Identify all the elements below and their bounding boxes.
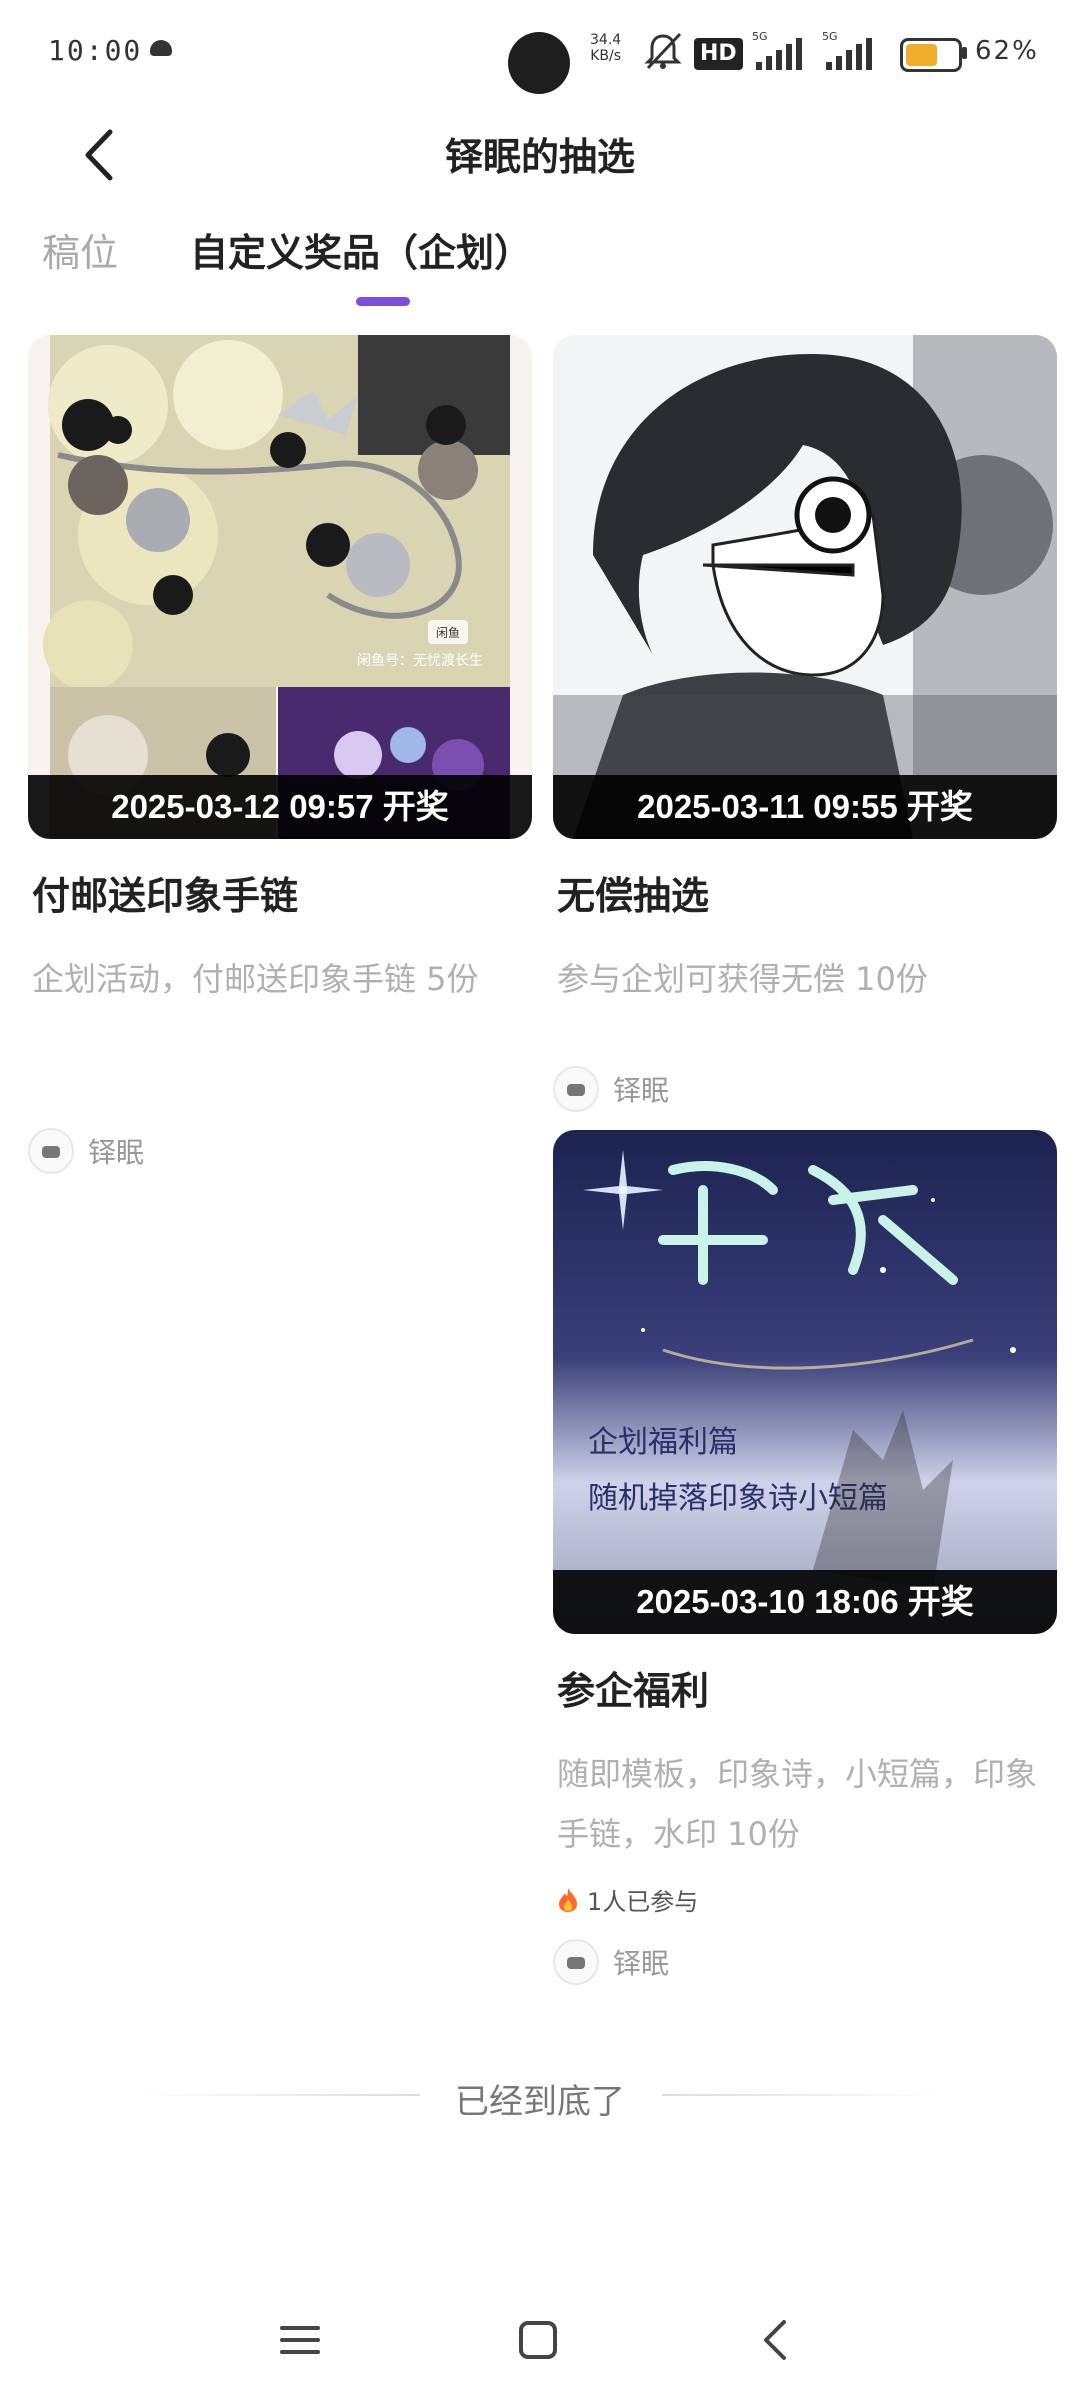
card-author[interactable]: 铎眠 — [553, 1938, 669, 1986]
battery-icon — [900, 38, 962, 72]
sketch-portrait — [553, 335, 1057, 839]
draw-date: 2025-03-11 09:55 开奖 — [553, 775, 1057, 839]
tab-slots[interactable]: 稿位 — [42, 222, 118, 277]
hd-badge: HD — [694, 38, 743, 70]
tab-custom-prizes[interactable]: 自定义奖品（企划） — [190, 222, 532, 277]
bracelet-photo: 闲鱼 闲鱼号：无忧渡长生 — [28, 335, 532, 839]
status-bar: 10:00 34.4 KB/s HD 5G 5G 62% — [0, 0, 1080, 110]
active-tab-indicator — [356, 297, 410, 306]
raffle-card[interactable]: 2025-03-11 09:55 开奖 无偿抽选 参与企划可获得无偿 10份 铎… — [553, 335, 1057, 1115]
signal-icon: 5G — [752, 30, 802, 70]
mute-bell-icon — [644, 32, 682, 70]
divider — [662, 2094, 952, 2096]
recent-apps-button[interactable] — [270, 2310, 330, 2370]
starry-title-image: 企划福利篇 随机掉落印象诗小短篇 — [553, 1130, 1057, 1634]
back-triangle-icon — [764, 2320, 786, 2360]
avatar — [553, 1066, 599, 1112]
card-image: 企划福利篇 随机掉落印象诗小短篇 2025-03-10 18:06 开奖 — [553, 1130, 1057, 1634]
card-description: 随即模板，印象诗，小短篇，印象手链，水印 10份 — [557, 1755, 1038, 1853]
front-camera — [508, 32, 570, 94]
image-watermark: 闲鱼号：无忧渡长生 — [357, 652, 483, 669]
avatar — [28, 1128, 74, 1174]
home-square-icon — [519, 2321, 557, 2359]
card-image: 闲鱼 闲鱼号：无忧渡长生 2025-03-12 09:57 开奖 — [28, 335, 532, 839]
draw-date: 2025-03-12 09:57 开奖 — [28, 775, 532, 839]
author-name: 铎眠 — [613, 1074, 670, 1107]
battery-level — [906, 44, 937, 66]
raffle-card[interactable]: 闲鱼 闲鱼号：无忧渡长生 2025-03-12 09:57 开奖 付邮送印象手链… — [28, 335, 532, 1174]
card-title: 付邮送印象手链 — [32, 874, 299, 918]
net-speed-value: 34.4 — [590, 32, 622, 48]
image-watermark-logo: 闲鱼 — [436, 626, 460, 640]
system-back-button[interactable] — [746, 2310, 806, 2370]
image-caption-1: 企划福利篇 — [588, 1425, 738, 1460]
author-name: 铎眠 — [88, 1136, 145, 1169]
card-author[interactable]: 铎眠 — [553, 1065, 669, 1113]
raffle-card[interactable]: 企划福利篇 随机掉落印象诗小短篇 2025-03-10 18:06 开奖 参企福… — [553, 1130, 1057, 1990]
card-title: 无偿抽选 — [557, 874, 710, 918]
fire-icon — [559, 1887, 577, 1912]
card-description: 参与企划可获得无偿 10份 — [557, 960, 928, 998]
signal-icon: 5G — [822, 30, 872, 70]
signal-2-label: 5G — [822, 30, 838, 43]
page-title: 铎眠的抽选 — [444, 135, 635, 179]
network-speed: 34.4 KB/s — [590, 32, 621, 64]
net-speed-unit: KB/s — [590, 48, 621, 64]
end-of-list-text: 已经到底了 — [455, 2082, 625, 2122]
battery-percent: 62% — [975, 36, 1039, 66]
app-notification-icon — [150, 40, 172, 56]
card-description: 企划活动，付邮送印象手链 5份 — [32, 960, 479, 998]
home-button[interactable] — [508, 2310, 568, 2370]
signal-1-label: 5G — [752, 30, 768, 43]
participants-count: 1人已参与 — [557, 1882, 698, 1917]
menu-icon — [280, 2326, 320, 2354]
card-author[interactable]: 铎眠 — [28, 1127, 144, 1175]
avatar — [553, 1939, 599, 1985]
battery-tip — [962, 47, 967, 59]
author-name: 铎眠 — [613, 1947, 670, 1980]
participants-text: 1人已参与 — [587, 1888, 699, 1916]
system-nav-bar — [0, 2270, 1080, 2400]
card-image: 2025-03-11 09:55 开奖 — [553, 335, 1057, 839]
status-time: 10:00 — [48, 34, 143, 67]
draw-date: 2025-03-10 18:06 开奖 — [553, 1570, 1057, 1634]
card-title: 参企福利 — [557, 1669, 710, 1713]
